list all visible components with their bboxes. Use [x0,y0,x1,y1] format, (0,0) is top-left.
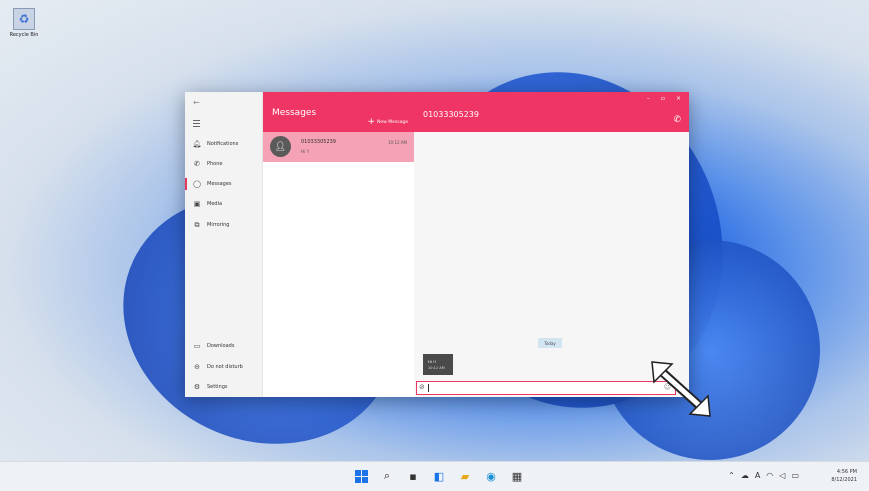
nav-item-label: Notifications [207,141,239,147]
start-icon[interactable] [352,467,370,485]
nav-item-do-not-disturb[interactable]: ⊖ Do not disturb [185,358,262,376]
recycle-bin-icon: ♻ [13,8,35,30]
clock[interactable]: 4:56 PM 8/12/2021 [831,468,857,484]
nav-item-notifications[interactable]: 🔔︎ Notifications [185,135,262,153]
media-icon: ▣ [193,200,201,208]
nav-item-label: Downloads [207,343,235,349]
minimize-button[interactable]: – [647,95,650,102]
chat-header: 01033305239 – ▫ × ✆ [414,92,689,132]
recycle-bin-label: Recycle Bin [9,32,39,38]
nav-item-mirroring[interactable]: ⧉ Mirroring [185,216,262,234]
nav-item-label: Settings [207,384,228,390]
hamburger-menu-icon[interactable] [193,120,200,129]
system-tray: ⌃ ☁ A ◠ ◁ ▭ [728,471,799,480]
new-message-label: New Message [377,119,408,125]
close-button[interactable]: × [676,95,681,102]
messages-icon: ◯ [193,180,201,188]
file-explorer-icon[interactable]: ▰ [456,467,474,485]
clock-time: 4:56 PM [836,469,857,475]
window-controls: – ▫ × [647,95,681,102]
new-message-button[interactable]: + New Message [367,117,408,127]
bell-icon: 🔔︎ [192,140,202,148]
store-icon[interactable]: ▦ [508,467,526,485]
volume-icon[interactable]: ◁ [779,471,785,480]
gear-icon: ⚙ [193,383,201,391]
messages-title: Messages [272,108,317,118]
conversation-item[interactable]: 👤︎ 01033305239 Hi !! 10:12 AM [263,132,414,162]
nav-item-phone[interactable]: ✆ Phone [185,155,262,173]
nav-item-downloads[interactable]: ▭ Downloads [185,337,262,355]
conversation-time: 10:12 AM [388,140,407,145]
maximize-button[interactable]: ▫ [661,95,665,102]
nav-pane: ← 🔔︎ Notifications ✆ Phone ◯ Messages ▣ … [185,92,263,397]
message-bubble[interactable]: Hi !! 10:12 AM [423,354,453,375]
attach-icon[interactable]: ⊘ [419,383,425,391]
message-time: 10:12 AM [428,366,445,370]
phone-icon: ✆ [194,160,200,168]
resize-arrow-icon [651,361,711,417]
taskbar-apps: ⌕ ▪ ◧ ▰ ◉ ▦ [352,467,526,485]
call-icon[interactable]: ✆ [673,115,681,125]
nav-item-label: Messages [207,181,232,187]
mirroring-icon: ⧉ [194,220,200,229]
conversation-list-pane: Messages + New Message 👤︎ 01033305239 Hi… [263,92,414,397]
message-text: Hi !! [428,359,437,364]
text-caret [428,384,429,392]
your-phone-window: ← 🔔︎ Notifications ✆ Phone ◯ Messages ▣ … [185,92,689,397]
nav-item-settings[interactable]: ⚙ Settings [185,378,262,396]
day-separator: Today [538,338,562,348]
task-view-icon[interactable]: ▪ [404,467,422,485]
battery-icon[interactable]: ▭ [791,471,799,480]
taskbar: ⌕ ▪ ◧ ▰ ◉ ▦ ⌃ ☁ A ◠ ◁ ▭ 4:56 PM 8/12/202… [0,461,869,491]
wifi-icon[interactable]: ◠ [766,471,773,480]
list-header: Messages + New Message [263,92,414,132]
conversation-preview: Hi !! [301,149,310,154]
nav-item-label: Do not disturb [207,364,243,370]
nav-item-label: Phone [207,161,223,167]
nav-item-label: Mirroring [207,222,230,228]
nav-item-media[interactable]: ▣ Media [185,195,262,213]
chat-contact-number: 01033305239 [423,110,479,119]
edge-icon[interactable]: ◉ [482,467,500,485]
message-input[interactable]: ⊘ ☺ [416,381,676,395]
ime-icon[interactable]: A [755,471,760,480]
chevron-up-icon[interactable]: ⌃ [728,471,735,480]
recycle-bin-shortcut[interactable]: ♻ Recycle Bin [6,8,42,38]
downloads-icon: ▭ [193,342,201,350]
avatar: 👤︎ [270,136,291,157]
back-icon[interactable]: ← [193,98,200,107]
do-not-disturb-icon: ⊖ [194,363,200,371]
chat-pane: 01033305239 – ▫ × ✆ Today Hi !! 10:12 AM… [414,92,689,397]
plus-icon: + [367,117,376,127]
cloud-icon[interactable]: ☁ [741,471,749,480]
search-icon[interactable]: ⌕ [378,467,396,485]
nav-item-label: Media [207,201,223,207]
widgets-icon[interactable]: ◧ [430,467,448,485]
clock-date: 8/12/2021 [831,477,857,483]
conversation-number: 01033305239 [301,139,336,145]
nav-item-messages[interactable]: ◯ Messages [185,175,262,193]
